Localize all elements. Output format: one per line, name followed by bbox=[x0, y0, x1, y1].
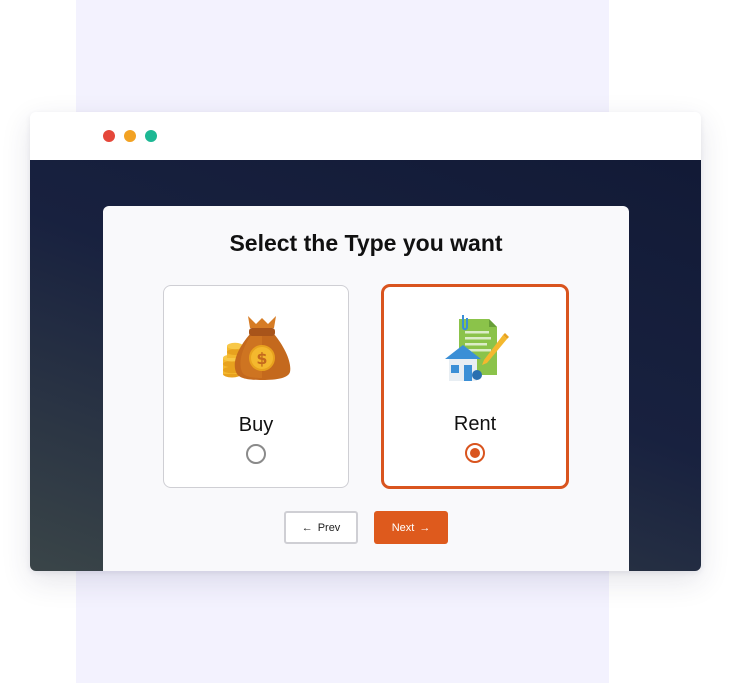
next-button-label: Next bbox=[391, 521, 415, 534]
app-content: Select the Type you want $ Buy Rent ← Pr… bbox=[30, 160, 701, 571]
svg-text:$: $ bbox=[256, 349, 267, 368]
minimize-window-button[interactable] bbox=[124, 130, 136, 142]
option-card-rent[interactable]: Rent bbox=[381, 284, 569, 489]
arrow-left-icon: ← bbox=[301, 521, 313, 534]
money-bag-icon: $ bbox=[223, 316, 291, 380]
radio-selected-indicator bbox=[470, 448, 480, 458]
maximize-window-button[interactable] bbox=[145, 130, 157, 142]
option-label-rent: Rent bbox=[453, 413, 497, 435]
radio-rent[interactable] bbox=[465, 443, 485, 463]
arrow-right-icon: → bbox=[419, 521, 431, 534]
prev-button-label: Prev bbox=[317, 521, 341, 534]
next-button[interactable]: Next → bbox=[374, 511, 448, 544]
close-window-button[interactable] bbox=[103, 130, 115, 142]
prev-button[interactable]: ← Prev bbox=[284, 511, 358, 544]
window-titlebar bbox=[30, 112, 701, 160]
wizard-panel: Select the Type you want $ Buy Rent ← Pr… bbox=[103, 206, 629, 571]
rental-contract-house-icon bbox=[445, 315, 509, 381]
option-label-buy: Buy bbox=[238, 414, 274, 436]
option-card-buy[interactable]: $ Buy bbox=[163, 285, 349, 488]
radio-buy[interactable] bbox=[246, 444, 266, 464]
page-title: Select the Type you want bbox=[229, 230, 503, 256]
browser-window: Select the Type you want $ Buy Rent ← Pr… bbox=[30, 112, 701, 571]
